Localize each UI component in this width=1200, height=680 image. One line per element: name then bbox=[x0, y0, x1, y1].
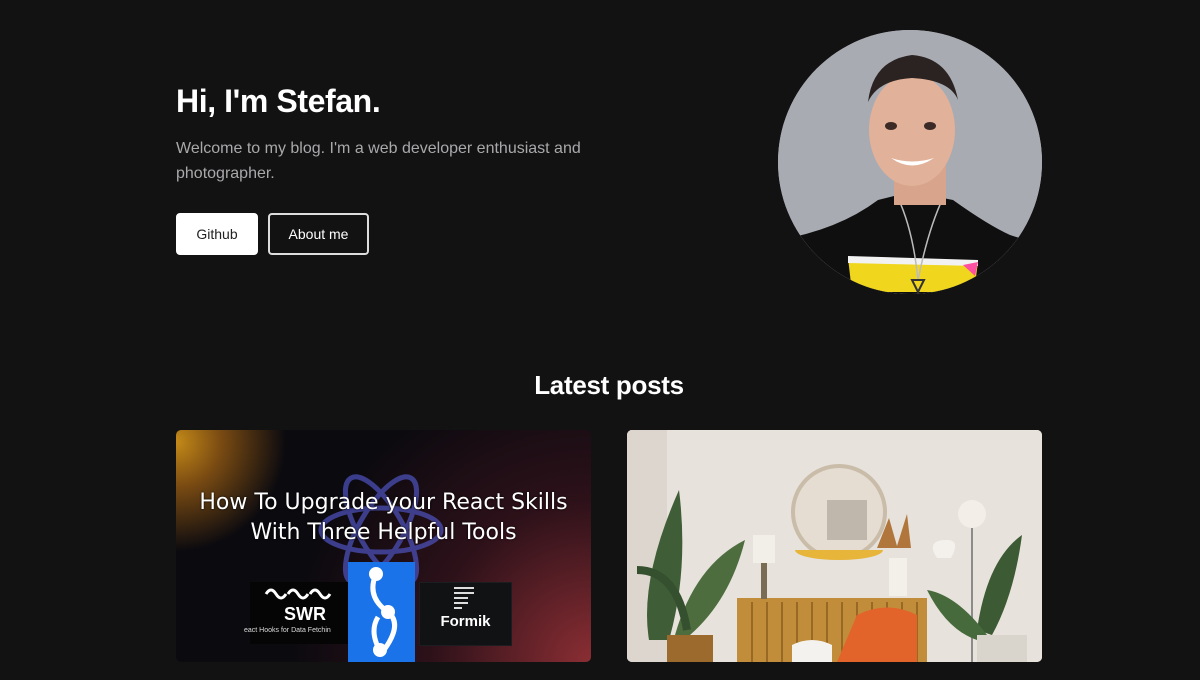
router-path-icon bbox=[369, 567, 397, 657]
post-card-react-skills[interactable]: How To Upgrade your React Skills With Th… bbox=[176, 430, 591, 662]
post-card-interior[interactable] bbox=[627, 430, 1042, 662]
hero-section: Hi, I'm Stefan. Welcome to my blog. I'm … bbox=[176, 82, 636, 255]
swr-logo: SWR eact Hooks for Data Fetchin bbox=[244, 582, 360, 644]
swr-wave-icon bbox=[264, 588, 332, 600]
react-router-logo bbox=[348, 562, 415, 662]
about-me-button[interactable]: About me bbox=[268, 213, 369, 255]
formik-logo: Formik bbox=[419, 582, 512, 646]
github-button[interactable]: Github bbox=[176, 213, 258, 255]
formik-mark-icon bbox=[454, 587, 474, 609]
profile-photo bbox=[778, 30, 1042, 294]
hero-buttons: Github About me bbox=[176, 213, 636, 255]
hero-intro: Welcome to my blog. I'm a web developer … bbox=[176, 140, 581, 182]
hero-title: Hi, I'm Stefan. bbox=[176, 83, 381, 119]
post-title: How To Upgrade your React Skills With Th… bbox=[199, 490, 568, 545]
interior-photo bbox=[627, 430, 1042, 662]
latest-posts-title: Latest posts bbox=[534, 370, 684, 400]
